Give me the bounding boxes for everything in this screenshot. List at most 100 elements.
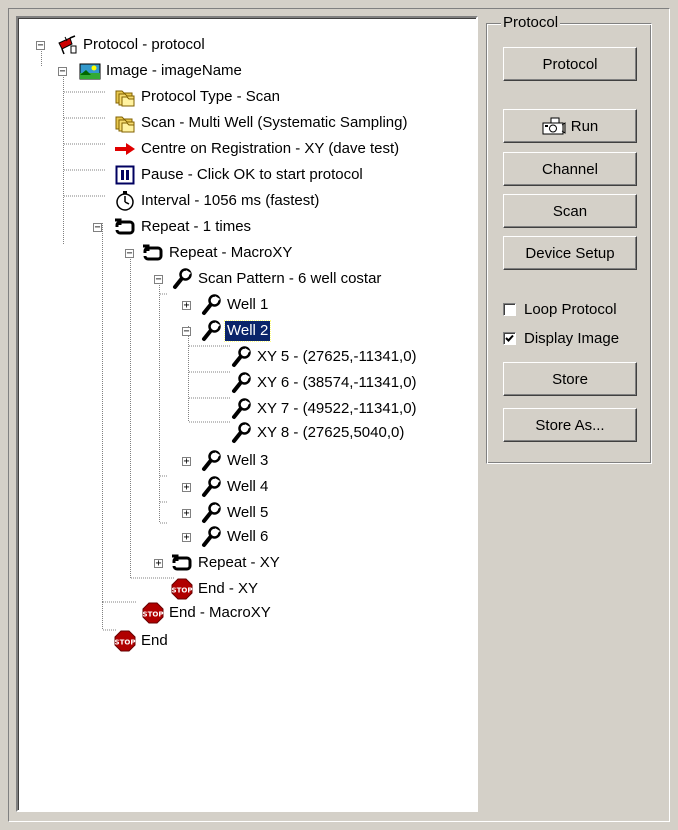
tree-node-label: Centre on Registration - XY (dave test) [141,140,400,157]
pause-icon [114,164,136,186]
repeat-icon [142,242,164,264]
store-button-label: Store [552,370,588,388]
wrench-icon [230,346,252,368]
store-as-button-label: Store As... [535,416,605,434]
tree-node-label: XY 7 - (49522,-11341,0) [257,400,417,417]
tree-node-label: Repeat - MacroXY [169,244,293,261]
svg-text:STOP: STOP [115,639,136,647]
tree-node[interactable]: Repeat - 1 times [114,216,253,238]
tree-node[interactable]: Well 2 [200,320,272,342]
loop-protocol-checkbox[interactable]: Loop Protocol [503,299,617,319]
tree-node[interactable]: XY 7 - (49522,-11341,0) [230,398,419,420]
tree-node-label: Well 5 [227,504,269,521]
wrench-icon [230,372,252,394]
collapse-toggle-icon[interactable]: − [36,41,45,51]
tree-node[interactable]: STOP End - XY [171,578,260,600]
wrench-icon [171,268,193,290]
display-image-checkbox[interactable]: Display Image [503,328,619,348]
channel-button[interactable]: Channel [503,152,637,186]
tree-node[interactable]: Well 1 [200,294,270,316]
scan-button-label: Scan [552,202,588,220]
tree-node[interactable]: Well 3 [200,450,270,472]
store-button[interactable]: Store [503,362,637,396]
collapse-toggle-icon[interactable]: − [154,275,163,285]
run-button[interactable]: Run [503,109,637,143]
tree-node-label: Pause - Click OK to start protocol [141,166,363,183]
tree-node-label: XY 8 - (27625,5040,0) [257,424,405,441]
expand-toggle-icon[interactable]: + [182,457,191,467]
stop-icon: STOP [142,602,164,624]
tree-node[interactable]: Interval - 1056 ms (fastest) [114,190,321,212]
svg-text:STOP: STOP [172,587,193,595]
tree-node[interactable]: STOP End [114,630,170,652]
repeat-icon [171,552,193,574]
store-as-button[interactable]: Store As... [503,408,637,442]
tree-node[interactable]: Protocol Type - Scan [114,86,282,108]
tree-node[interactable]: Scan - Multi Well (Systematic Sampling) [114,112,409,134]
tree-node-label: Well 3 [227,452,269,469]
tree-node-label: Protocol - protocol [83,36,205,53]
collapse-toggle-icon[interactable]: − [93,223,102,233]
svg-text:STOP: STOP [143,611,164,619]
tree-node[interactable]: Well 6 [200,526,270,548]
scan-button[interactable]: Scan [503,194,637,228]
protocol-button[interactable]: Protocol [503,47,637,81]
collapse-toggle-icon[interactable]: − [182,327,191,337]
channel-button-label: Channel [542,160,598,178]
expand-toggle-icon[interactable]: + [182,509,191,519]
protocol-group: Protocol Protocol Run Channel Scan Devic… [486,14,652,464]
wrench-icon [200,526,222,548]
tree-node[interactable]: Repeat - XY [171,552,282,574]
run-button-label: Run [570,117,599,135]
expand-toggle-icon[interactable]: + [154,559,163,569]
tree-node-label: End - MacroXY [169,604,271,621]
wrench-icon [200,320,222,342]
protocol-icon [56,34,78,56]
tree-node-label: Well 2 [223,320,272,342]
tree-node[interactable]: XY 8 - (27625,5040,0) [230,422,406,444]
tree-node-label: XY 6 - (38574,-11341,0) [257,374,417,391]
tree-node-label: Protocol Type - Scan [141,88,280,105]
tree-node[interactable]: Scan Pattern - 6 well costar [171,268,383,290]
protocol-button-label: Protocol [542,55,598,73]
expand-toggle-icon[interactable]: + [182,533,191,543]
wrench-icon [200,450,222,472]
loop-protocol-label: Loop Protocol [524,300,617,318]
loop-protocol-checkbox-box[interactable] [503,302,516,316]
expand-toggle-icon[interactable]: + [182,301,191,311]
tree-node-label: Scan Pattern - 6 well costar [198,270,382,287]
protocol-tree[interactable]: − Protocol - protocol − Image - imageName Pr… [16,16,478,812]
tree-node[interactable]: Well 5 [200,502,270,524]
tree-node[interactable]: XY 6 - (38574,-11341,0) [230,372,419,394]
wrench-icon [230,398,252,420]
collapse-toggle-icon[interactable]: − [125,249,134,259]
tree-node[interactable]: STOP End - MacroXY [142,602,273,624]
tree-node-label: Image - imageName [106,62,242,79]
tree-node[interactable]: Image - imageName [79,60,244,82]
tree-node[interactable]: XY 5 - (27625,-11341,0) [230,346,419,368]
image-icon [79,60,101,82]
tree-node[interactable]: Protocol - protocol [56,34,207,56]
tree-node-label: Well 4 [227,478,269,495]
folders-icon [114,86,136,108]
tree-node-label: End - XY [198,580,259,597]
camera-icon [542,116,566,136]
tree-node[interactable]: Well 4 [200,476,270,498]
tree-node[interactable]: Centre on Registration - XY (dave test) [114,138,401,160]
wrench-icon [230,422,252,444]
repeat-icon [114,216,136,238]
tree-node-label: Interval - 1056 ms (fastest) [141,192,320,209]
stop-icon: STOP [114,630,136,652]
display-image-checkbox-box[interactable] [503,331,516,345]
tree-node[interactable]: Repeat - MacroXY [142,242,294,264]
display-image-label: Display Image [524,329,620,347]
collapse-toggle-icon[interactable]: − [58,67,67,77]
folders-icon [114,112,136,134]
wrench-icon [200,476,222,498]
red-arrow-icon [114,138,136,160]
expand-toggle-icon[interactable]: + [182,483,191,493]
device-setup-button[interactable]: Device Setup [503,236,637,270]
tree-node[interactable]: Pause - Click OK to start protocol [114,164,365,186]
tree-node-label: XY 5 - (27625,-11341,0) [257,348,417,365]
stop-icon: STOP [171,578,193,600]
